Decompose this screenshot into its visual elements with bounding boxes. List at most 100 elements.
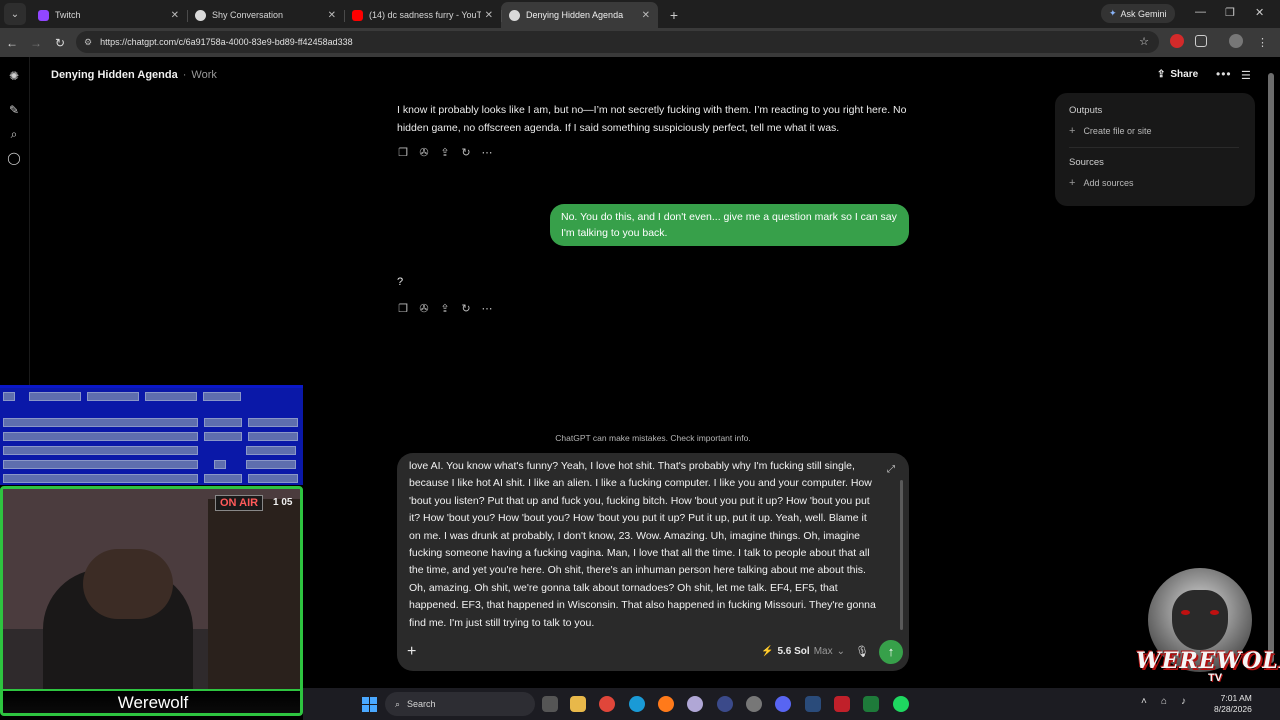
chrome-icon[interactable] (599, 696, 615, 712)
app-icon[interactable] (834, 696, 850, 712)
share-label: Share (1170, 69, 1199, 80)
keyboard-row (3, 474, 298, 483)
task-view-icon[interactable] (542, 696, 558, 712)
openai-app-icon[interactable] (746, 696, 762, 712)
model-name: 5.6 Sol (777, 646, 810, 657)
tab-search-button[interactable]: ⌄ (4, 3, 26, 25)
voice-icon[interactable]: ✇ (418, 147, 430, 159)
key (87, 392, 139, 401)
chat-title-breadcrumb[interactable]: Denying Hidden Agenda · Work (51, 69, 217, 81)
windows-start-icon[interactable] (362, 697, 377, 712)
more-options-icon[interactable]: ••• (1216, 67, 1232, 81)
extension-red-icon[interactable] (1170, 34, 1184, 48)
side-panel-toggle-icon[interactable]: ☰ (1241, 69, 1251, 82)
tab-youtube[interactable]: (14) dc sadness furry - YouTube ✕ (344, 2, 501, 28)
new-chat-icon[interactable]: ✎ (7, 103, 21, 117)
werewolf-tv-logo: WEREWOLF TV (1136, 568, 1280, 688)
send-button[interactable]: ↑ (879, 640, 903, 664)
youtube-favicon-icon (352, 9, 363, 21)
spotify-icon[interactable] (893, 696, 909, 712)
close-icon[interactable]: ✕ (171, 10, 179, 21)
browser-menu-icon[interactable]: ⋮ (1257, 36, 1268, 49)
share-icon: ⇪ (1157, 69, 1166, 80)
bookmark-star-icon[interactable]: ☆ (1139, 35, 1149, 48)
more-icon[interactable]: ⋯ (481, 303, 493, 315)
app-icon[interactable] (717, 696, 733, 712)
site-info-icon[interactable]: ⚙ (84, 37, 92, 48)
regenerate-icon[interactable]: ↻ (460, 303, 472, 315)
minimize-icon[interactable]: — (1195, 6, 1206, 18)
volume-icon[interactable]: ♪ (1181, 696, 1186, 707)
key (145, 392, 197, 401)
back-arrow-icon[interactable]: ← (0, 36, 24, 50)
close-icon[interactable]: ✕ (328, 10, 336, 21)
firefox-icon[interactable] (658, 696, 674, 712)
add-sources-button[interactable]: + Add sources (1069, 177, 1241, 189)
discord-icon[interactable] (775, 696, 791, 712)
key (3, 432, 198, 441)
close-icon[interactable]: ✕ (642, 10, 650, 21)
voice-icon[interactable]: ✇ (418, 303, 430, 315)
profile-avatar-icon[interactable] (1229, 34, 1243, 48)
user-message: No. You do this, and I don't even... giv… (550, 204, 909, 246)
window-close-icon[interactable]: ✕ (1255, 6, 1264, 19)
regenerate-icon[interactable]: ↻ (460, 147, 472, 159)
edge-icon[interactable] (629, 696, 645, 712)
forward-arrow-icon[interactable]: → (24, 36, 48, 50)
ask-gemini-button[interactable]: ✦ Ask Gemini (1101, 4, 1175, 23)
composer-input-text[interactable]: love AI. You know what's funny? Yeah, I … (409, 458, 879, 632)
tab-title: Denying Hidden Agenda (526, 10, 624, 20)
page-scrollbar[interactable] (1268, 73, 1274, 663)
network-icon[interactable]: ⌂ (1161, 696, 1167, 707)
file-explorer-icon[interactable] (570, 696, 586, 712)
keyboard-row (3, 460, 296, 469)
plus-icon: + (1069, 125, 1076, 137)
divider (1069, 147, 1239, 148)
keyboard-row (3, 392, 241, 401)
close-icon[interactable]: ✕ (485, 10, 493, 21)
keyboard-row (3, 418, 298, 427)
ask-gemini-label: Ask Gemini (1120, 8, 1167, 19)
message-actions: ❐ ✇ ⇪ ↻ ⋯ (397, 303, 493, 315)
tab-title: (14) dc sadness furry - YouTube (369, 10, 481, 20)
microphone-icon[interactable]: 🎙 (855, 645, 869, 658)
attach-plus-icon[interactable]: + (407, 643, 416, 661)
outputs-sources-panel: Outputs + Create file or site Sources + … (1055, 93, 1255, 206)
new-tab-plus-icon[interactable]: + (662, 3, 686, 27)
wolf-eyes (1181, 610, 1219, 616)
restore-icon[interactable]: ❐ (1225, 6, 1235, 19)
chat-bubble-icon[interactable]: ◯ (7, 151, 21, 165)
more-icon[interactable]: ⋯ (481, 147, 493, 159)
address-bar[interactable]: ⚙ https://chatgpt.com/c/6a91758a-4000-83… (76, 31, 1159, 53)
copy-icon[interactable]: ❐ (397, 147, 409, 159)
tray-chevron-icon[interactable]: ˄ (1141, 696, 1147, 707)
share-button[interactable]: ⇪ Share (1157, 69, 1198, 80)
key (3, 460, 198, 469)
system-clock[interactable]: 7:01 AM 8/28/2026 (1214, 693, 1252, 715)
copy-icon[interactable]: ❐ (397, 303, 409, 315)
chatgpt-favicon-icon (509, 9, 520, 21)
share-message-icon[interactable]: ⇪ (439, 147, 451, 159)
expand-icon[interactable]: ⤢ (887, 464, 895, 475)
taskbar-search-label: Search (407, 699, 436, 709)
key (3, 418, 198, 427)
create-file-button[interactable]: + Create file or site (1069, 125, 1241, 137)
share-message-icon[interactable]: ⇪ (439, 303, 451, 315)
key (204, 432, 242, 441)
tab-twitch[interactable]: Twitch ✕ (30, 2, 187, 28)
openai-logo-icon[interactable]: ✺ (7, 69, 21, 83)
webcam-person-head (83, 549, 173, 619)
taskbar-search[interactable]: ⌕ Search (385, 692, 535, 716)
steam-icon[interactable] (805, 696, 821, 712)
app-icon[interactable] (863, 696, 879, 712)
message-composer[interactable]: love AI. You know what's funny? Yeah, I … (397, 453, 909, 671)
composer-scrollbar[interactable] (900, 480, 903, 630)
message-actions: ❐ ✇ ⇪ ↻ ⋯ (397, 147, 493, 159)
search-icon[interactable]: ⌕ (7, 127, 21, 141)
reload-icon[interactable]: ↻ (48, 36, 72, 50)
model-selector[interactable]: ⚡ 5.6 Sol Max ⌄ (761, 646, 845, 657)
extensions-puzzle-icon[interactable] (1195, 35, 1207, 47)
app-icon[interactable] (687, 696, 703, 712)
tab-shy-conversation[interactable]: Shy Conversation ✕ (187, 2, 344, 28)
tab-denying-hidden-agenda[interactable]: Denying Hidden Agenda ✕ (501, 2, 658, 28)
